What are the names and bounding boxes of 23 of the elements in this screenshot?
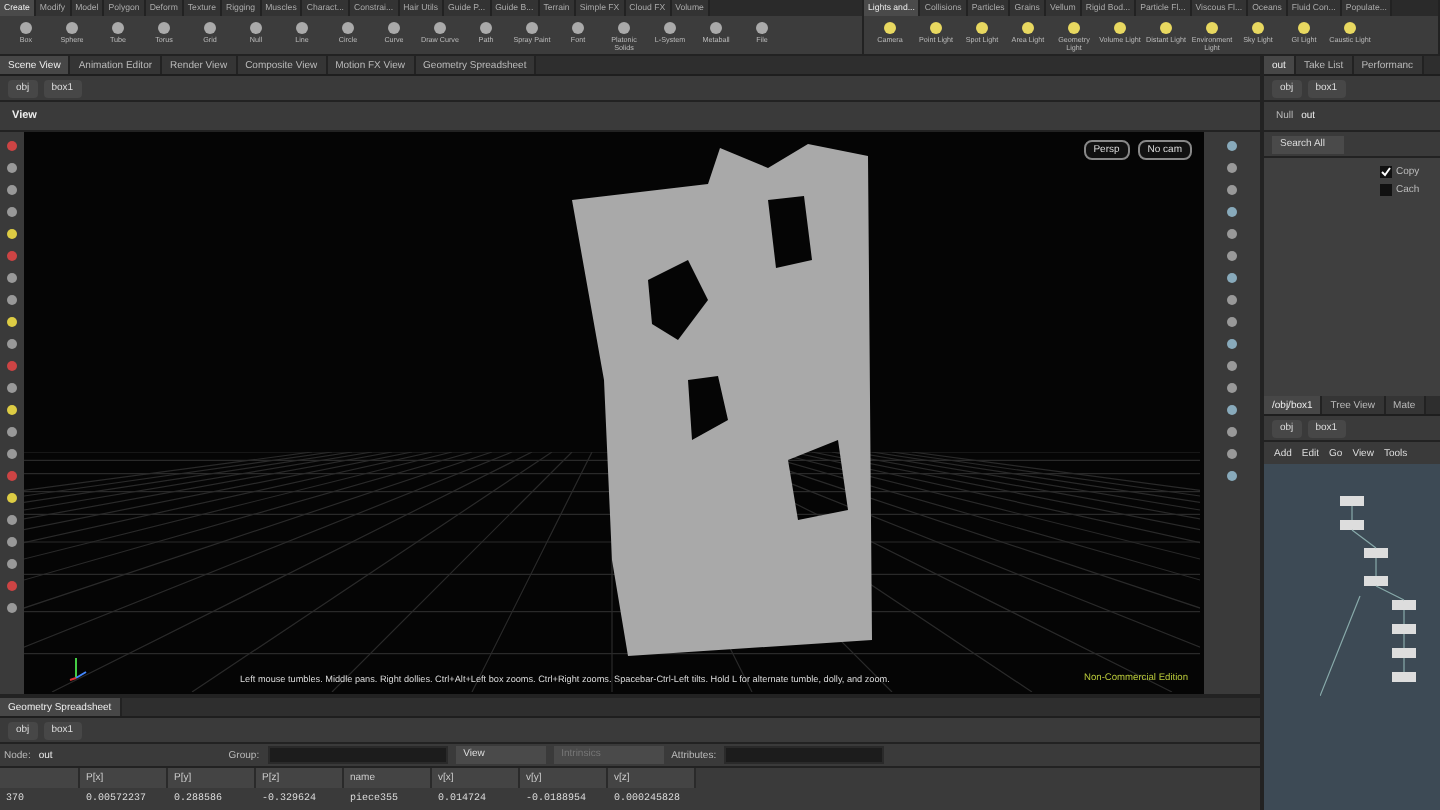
shape-icon	[248, 19, 264, 36]
shape-icon	[708, 19, 724, 36]
shape-icon	[110, 19, 126, 36]
attributes-field[interactable]	[724, 746, 885, 764]
group-field[interactable]	[267, 746, 448, 764]
axis-icon	[68, 654, 88, 682]
shape-icon	[524, 19, 540, 36]
network-editor[interactable]	[1264, 464, 1440, 810]
shape-icon	[754, 19, 770, 36]
shape-icon	[294, 19, 310, 36]
shape-icon	[386, 19, 402, 36]
shape-icon	[156, 19, 172, 36]
shape-icon	[616, 19, 632, 36]
shape-icon	[18, 19, 34, 36]
shape-icon	[432, 19, 448, 36]
checkbox[interactable]	[1380, 166, 1392, 178]
shape-icon	[64, 19, 80, 36]
checkbox[interactable]	[1380, 184, 1392, 196]
shape-icon	[570, 19, 586, 36]
shape-icon	[202, 19, 218, 36]
shape-icon	[340, 19, 356, 36]
shape-icon	[662, 19, 678, 36]
shape-icon	[478, 19, 494, 36]
